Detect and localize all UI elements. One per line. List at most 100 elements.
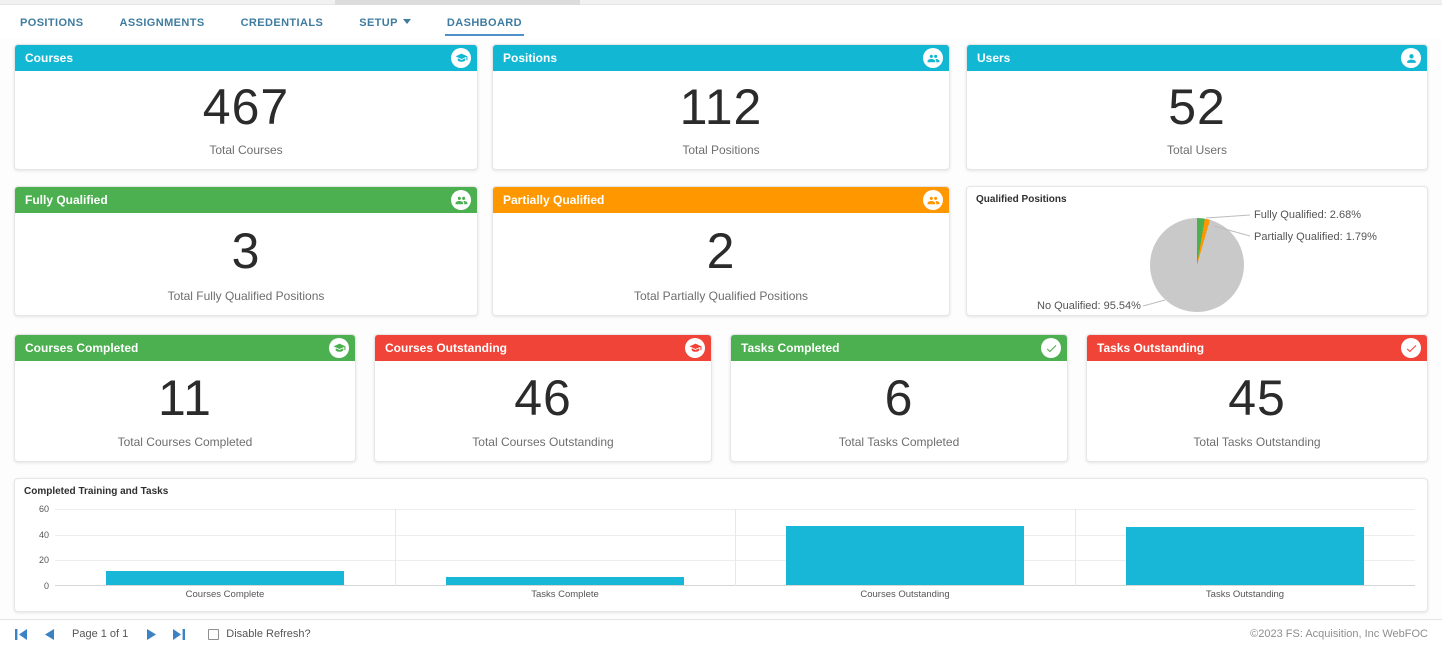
people-icon [923, 48, 943, 68]
copyright-text: ©2023 FS: Acquisition, Inc WebFOC [1250, 628, 1428, 640]
people-icon [451, 190, 471, 210]
y-axis-tick: 40 [39, 530, 49, 540]
partially-qualified-card: Partially Qualified 2 Total Partially Qu… [492, 186, 950, 316]
dashboard-page: POSITIONS ASSIGNMENTS CREDENTIALS SETUP … [0, 0, 1442, 648]
previous-page-button[interactable] [42, 628, 56, 640]
pagination: Page 1 of 1 [14, 628, 186, 640]
users-total-value: 52 [1168, 71, 1226, 143]
pie-label-no-qualified: No Qualified: 95.54% [1037, 300, 1141, 312]
nav-tab-setup-label: SETUP [359, 17, 398, 29]
top-strip-segment [335, 0, 580, 5]
nav-tab-setup[interactable]: SETUP [357, 8, 413, 36]
card-body: 11 Total Courses Completed [15, 361, 355, 461]
top-strip [0, 0, 1442, 5]
card-title: Positions [503, 51, 557, 65]
users-card: Users 52 Total Users [966, 44, 1428, 170]
pie-label-partially-qualified: Partially Qualified: 1.79% [1254, 231, 1377, 243]
courses-completed-card-header: Courses Completed [15, 335, 355, 361]
card-title: Users [977, 51, 1010, 65]
bar-courses-outstanding[interactable] [786, 526, 1024, 585]
users-card-header: Users [967, 45, 1427, 71]
card-title: Partially Qualified [503, 193, 604, 207]
tasks-completed-caption: Total Tasks Completed [839, 435, 960, 449]
last-page-button[interactable] [172, 628, 186, 640]
card-body: 45 Total Tasks Outstanding [1087, 361, 1427, 461]
y-axis-tick: 0 [44, 581, 49, 591]
card-title: Courses [25, 51, 73, 65]
partially-qualified-card-header: Partially Qualified [493, 187, 949, 213]
courses-total-value: 467 [203, 71, 289, 143]
bar-courses-complete[interactable] [106, 571, 344, 585]
disable-refresh-checkbox[interactable] [208, 629, 219, 640]
courses-outstanding-card-header: Courses Outstanding [375, 335, 711, 361]
people-icon [923, 190, 943, 210]
nav-tab-assignments[interactable]: ASSIGNMENTS [118, 8, 207, 36]
card-title: Courses Completed [25, 341, 138, 355]
bar-tasks-outstanding[interactable] [1126, 527, 1364, 585]
nav-tab-positions[interactable]: POSITIONS [18, 8, 86, 36]
card-title: Tasks Outstanding [1097, 341, 1204, 355]
qualified-positions-pie-card: Qualified Positions Fully Qualified: 2.6… [966, 186, 1428, 316]
courses-card: Courses 467 Total Courses [14, 44, 478, 170]
partially-qualified-total-value: 2 [707, 213, 736, 289]
positions-card-header: Positions [493, 45, 949, 71]
card-title: Tasks Completed [741, 341, 839, 355]
stats-row-2: Fully Qualified 3 Total Fully Qualified … [0, 186, 1442, 316]
courses-completed-card: Courses Completed 11 Total Courses Compl… [14, 334, 356, 462]
card-body: 2 Total Partially Qualified Positions [493, 213, 949, 315]
y-axis-tick: 60 [39, 504, 49, 514]
tasks-outstanding-card: Tasks Outstanding 45 Total Tasks Outstan… [1086, 334, 1428, 462]
disable-refresh-control[interactable]: Disable Refresh? [208, 628, 310, 640]
nav-tab-dashboard[interactable]: DASHBOARD [445, 8, 524, 36]
person-icon [1401, 48, 1421, 68]
next-page-button[interactable] [144, 628, 158, 640]
fully-qualified-caption: Total Fully Qualified Positions [168, 289, 325, 303]
nav-tab-credentials[interactable]: CREDENTIALS [239, 8, 326, 36]
tasks-completed-card-header: Tasks Completed [731, 335, 1067, 361]
card-title: Courses Outstanding [385, 341, 507, 355]
graduation-cap-icon [685, 338, 705, 358]
stats-row-1: Courses 467 Total Courses Positions 112 … [0, 44, 1442, 170]
main-nav: POSITIONS ASSIGNMENTS CREDENTIALS SETUP … [0, 6, 1442, 38]
positions-total-value: 112 [680, 71, 763, 143]
y-axis-tick: 20 [39, 555, 49, 565]
completed-training-bar-chart: 0204060Courses CompleteTasks CompleteCou… [55, 509, 1415, 586]
check-icon [1401, 338, 1421, 358]
caret-down-icon [403, 19, 411, 24]
fully-qualified-card: Fully Qualified 3 Total Fully Qualified … [14, 186, 478, 316]
completed-training-chart-card: Completed Training and Tasks 0204060Cour… [14, 478, 1428, 612]
disable-refresh-label: Disable Refresh? [226, 628, 310, 640]
card-body: 3 Total Fully Qualified Positions [15, 213, 477, 315]
pie-callout-lines [967, 187, 1427, 315]
x-axis-label: Tasks Complete [531, 589, 599, 600]
fully-qualified-total-value: 3 [232, 213, 261, 289]
footer-bar: Page 1 of 1 Disable Refresh? ©2023 FS: A… [0, 619, 1442, 648]
courses-completed-caption: Total Courses Completed [118, 435, 253, 449]
bar-tasks-complete[interactable] [446, 577, 684, 585]
graduation-cap-icon [329, 338, 349, 358]
fully-qualified-card-header: Fully Qualified [15, 187, 477, 213]
courses-completed-total-value: 11 [158, 361, 212, 435]
x-axis-label: Courses Outstanding [860, 589, 949, 600]
tasks-completed-card: Tasks Completed 6 Total Tasks Completed [730, 334, 1068, 462]
card-body: 52 Total Users [967, 71, 1427, 169]
positions-card: Positions 112 Total Positions [492, 44, 950, 170]
first-page-button[interactable] [14, 628, 28, 640]
page-indicator: Page 1 of 1 [72, 628, 128, 640]
card-body: 467 Total Courses [15, 71, 477, 169]
users-caption: Total Users [1167, 143, 1227, 157]
tasks-outstanding-total-value: 45 [1228, 361, 1286, 435]
courses-outstanding-caption: Total Courses Outstanding [472, 435, 613, 449]
tasks-outstanding-card-header: Tasks Outstanding [1087, 335, 1427, 361]
pie-label-fully-qualified: Fully Qualified: 2.68% [1254, 209, 1361, 221]
x-axis-label: Courses Complete [186, 589, 265, 600]
courses-card-header: Courses [15, 45, 477, 71]
positions-caption: Total Positions [682, 143, 759, 157]
card-body: 46 Total Courses Outstanding [375, 361, 711, 461]
stats-row-3: Courses Completed 11 Total Courses Compl… [0, 334, 1442, 462]
tasks-outstanding-caption: Total Tasks Outstanding [1193, 435, 1320, 449]
card-body: 6 Total Tasks Completed [731, 361, 1067, 461]
courses-outstanding-card: Courses Outstanding 46 Total Courses Out… [374, 334, 712, 462]
courses-outstanding-total-value: 46 [514, 361, 572, 435]
tasks-completed-total-value: 6 [885, 361, 914, 435]
